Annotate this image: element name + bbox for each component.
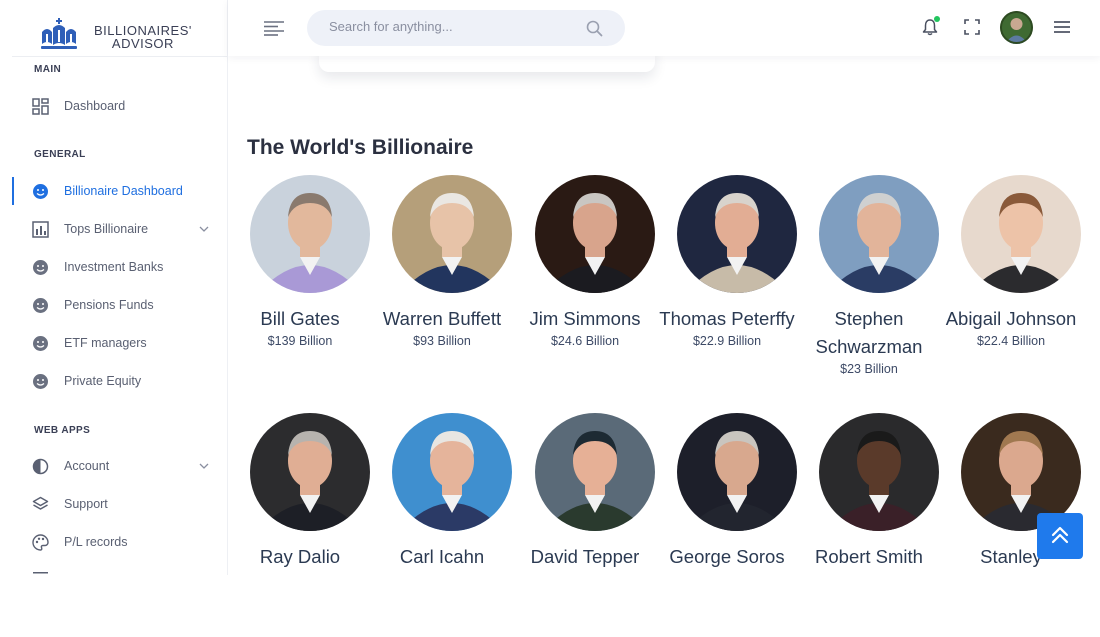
net-worth: $22.4 Billion xyxy=(976,334,1046,348)
sidebar: BILLIONAIRES' ADVISOR MAIN Dashboard GEN… xyxy=(0,0,228,575)
billionaire-name: George Soros xyxy=(647,543,807,571)
billionaire-photo xyxy=(535,175,655,293)
chevron-double-up-icon xyxy=(1051,526,1069,544)
billionaire-photo xyxy=(961,175,1081,293)
sidebar-item-dashboard[interactable]: Dashboard xyxy=(0,91,227,121)
page-title: The World's Billionaire xyxy=(247,136,474,159)
sidebar-item-label: Pensions Funds xyxy=(64,298,154,312)
search-input[interactable] xyxy=(329,19,579,34)
billionaire-name: Stephen Schwarzman $23 Billion xyxy=(789,305,949,378)
chevron-down-icon xyxy=(199,226,209,232)
billionaire-name-text: Abigail Johnson xyxy=(945,308,1077,329)
billionaire-name: Abigail Johnson $22.4 Billion xyxy=(931,305,1091,350)
billionaire-name-text: Carl Icahn xyxy=(399,546,485,567)
sidebar-item-pensions-funds[interactable]: Pensions Funds xyxy=(0,290,227,320)
billionaire-name-text: Warren Buffett xyxy=(382,308,502,329)
billionaire-name-text: Thomas Peterffy xyxy=(659,308,795,329)
pie-icon xyxy=(32,458,49,475)
grid-icon xyxy=(32,98,49,115)
sidebar-item-account[interactable]: Account xyxy=(0,451,227,481)
sidebar-next-icon xyxy=(33,572,48,574)
smiley-icon xyxy=(33,336,48,351)
billionaire-name: David Tepper xyxy=(505,543,665,571)
sidebar-item-label: ETF managers xyxy=(64,336,147,350)
billionaire-name: Jim Simmons $24.6 Billion xyxy=(505,305,665,350)
menu-toggle-icon[interactable] xyxy=(264,19,284,37)
sidebar-item-billionaire-dashboard[interactable]: Billionaire Dashboard xyxy=(0,176,227,206)
sidebar-item-investment-banks[interactable]: Investment Banks xyxy=(0,252,227,282)
palette-icon xyxy=(32,534,49,551)
billionaire-photo xyxy=(819,175,939,293)
billionaire-name-text: Stanley xyxy=(980,546,1042,567)
billionaire-name: Warren Buffett $93 Billion xyxy=(362,305,522,350)
smiley-icon xyxy=(33,374,48,389)
billionaire-name: Carl Icahn xyxy=(362,543,522,571)
billionaire-photo xyxy=(250,175,370,293)
billionaire-name-text: Ray Dalio xyxy=(259,546,341,567)
billionaire-name-text: Robert Smith xyxy=(815,546,923,567)
sidebar-item-label: Investment Banks xyxy=(64,260,164,274)
notification-dot xyxy=(934,16,940,22)
sidebar-item-private-equity[interactable]: Private Equity xyxy=(0,366,227,396)
app-viewport: BILLIONAIRES' ADVISOR MAIN Dashboard GEN… xyxy=(0,0,1100,575)
main-content: The World's Billionaire Bill Gates $139 B… xyxy=(229,46,1100,575)
sidebar-item-support[interactable]: Support xyxy=(0,489,227,519)
net-worth: $23 Billion xyxy=(840,362,898,376)
net-worth: $139 Billion xyxy=(267,334,333,348)
smiley-icon xyxy=(33,184,48,199)
sidebar-item-label: Support xyxy=(64,497,108,511)
billionaire-name-text: Bill Gates xyxy=(260,308,340,329)
user-avatar[interactable] xyxy=(1000,11,1033,44)
nav-section-main: MAIN xyxy=(34,64,62,75)
sidebar-item-label: P/L records xyxy=(64,535,128,549)
sidebar-item-label: Private Equity xyxy=(64,374,142,388)
billionaire-name: Robert Smith xyxy=(789,543,949,571)
search-bar xyxy=(307,10,625,46)
bar-chart-icon xyxy=(32,221,49,238)
billionaire-name-text: George Soros xyxy=(669,546,785,567)
billionaire-name: Bill Gates $139 Billion xyxy=(220,305,380,350)
fullscreen-icon[interactable] xyxy=(964,19,980,35)
top-header xyxy=(228,0,1100,56)
brand-line2: ADVISOR xyxy=(111,36,174,51)
smiley-icon xyxy=(33,260,48,275)
billionaire-name: Thomas Peterffy $22.9 Billion xyxy=(647,305,807,350)
billionaire-name-text: Jim Simmons xyxy=(529,308,641,329)
net-worth: $93 Billion xyxy=(413,334,471,348)
billionaire-photo xyxy=(677,413,797,531)
chevron-down-icon xyxy=(199,463,209,469)
billionaire-photo xyxy=(392,175,512,293)
sidebar-item-label: Billionaire Dashboard xyxy=(64,184,183,198)
billionaire-name-text: Stephen Schwarzman xyxy=(815,308,923,357)
billionaire-photo xyxy=(819,413,939,531)
menu-icon[interactable] xyxy=(1054,20,1070,34)
brand[interactable]: BILLIONAIRES' ADVISOR xyxy=(12,0,227,57)
sidebar-item-tops-billionaire[interactable]: Tops Billionaire xyxy=(0,214,227,244)
sidebar-item-etf-managers[interactable]: ETF managers xyxy=(0,328,227,358)
active-indicator xyxy=(12,177,14,205)
billionaire-photo xyxy=(535,413,655,531)
nav-section-general: GENERAL xyxy=(34,149,86,160)
billionaire-name-text: David Tepper xyxy=(530,546,640,567)
nav-section-web-apps: WEB APPS xyxy=(34,425,91,436)
net-worth: $24.6 Billion xyxy=(550,334,620,348)
sidebar-item-pl-records[interactable]: P/L records xyxy=(0,527,227,557)
layers-icon xyxy=(32,496,49,510)
net-worth: $22.9 Billion xyxy=(692,334,762,348)
back-to-top-button[interactable] xyxy=(1037,513,1083,559)
sidebar-item-label: Tops Billionaire xyxy=(64,222,149,236)
brand-name: BILLIONAIRES' ADVISOR xyxy=(94,24,192,50)
sidebar-item-label: Dashboard xyxy=(64,99,126,113)
billionaire-name: Ray Dalio xyxy=(220,543,380,571)
billionaire-photo xyxy=(392,413,512,531)
avatar-image xyxy=(1000,11,1033,44)
billionaire-photo xyxy=(677,175,797,293)
crown-logo-icon xyxy=(41,18,77,49)
search-icon[interactable] xyxy=(586,20,603,37)
billionaire-photo xyxy=(250,413,370,531)
smiley-icon xyxy=(33,298,48,313)
sidebar-item-label: Account xyxy=(64,459,110,473)
